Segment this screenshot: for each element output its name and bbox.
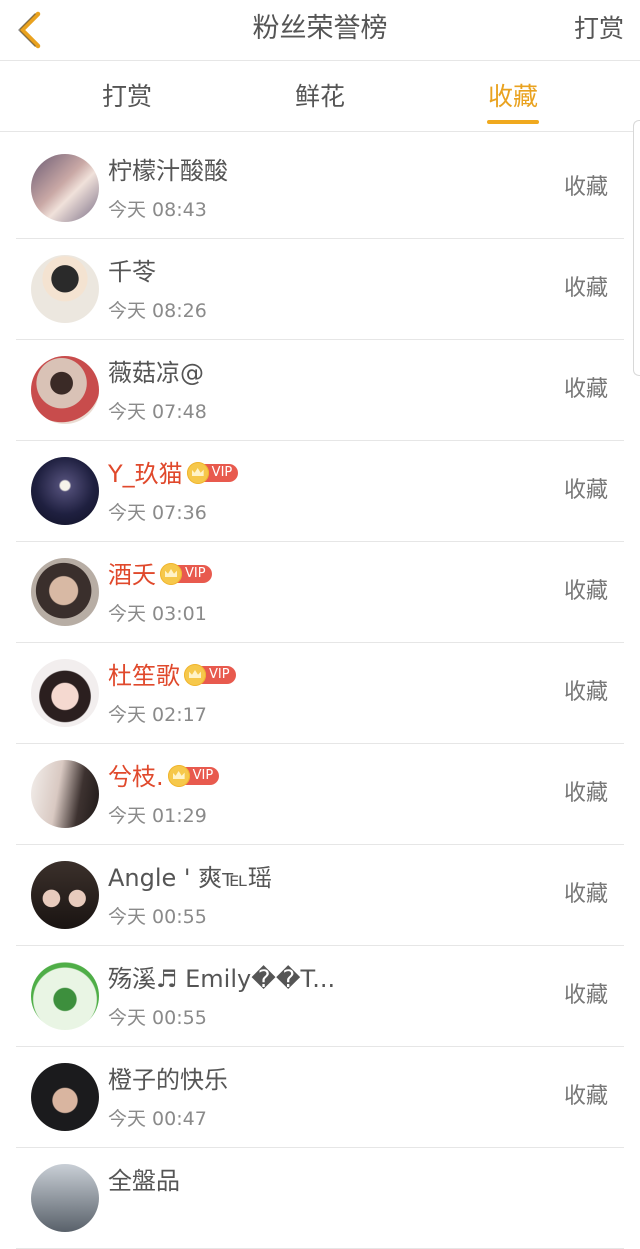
user-name: 千苓 bbox=[108, 258, 156, 286]
timestamp: 今天 07:36 bbox=[108, 502, 207, 524]
fan-list: 柠檬汁酸酸 今天 08:43 收藏 千苓 今天 08:26 收藏 薇菇凉@ 今天… bbox=[0, 138, 640, 1249]
action-label: 收藏 bbox=[563, 377, 608, 402]
crown-icon bbox=[184, 664, 206, 686]
avatar bbox=[31, 659, 99, 727]
tab-flowers[interactable]: 鲜花 bbox=[213, 61, 427, 131]
timestamp: 今天 08:26 bbox=[108, 300, 207, 322]
timestamp: 今天 01:29 bbox=[108, 805, 207, 827]
vip-badge: VIP bbox=[167, 765, 220, 787]
timestamp: 今天 08:43 bbox=[108, 199, 207, 221]
avatar bbox=[31, 1164, 99, 1232]
user-name: Y_玖猫 VIP bbox=[108, 459, 239, 489]
user-name-text: 酒夭 bbox=[108, 561, 156, 589]
avatar bbox=[31, 457, 99, 525]
action-label: 收藏 bbox=[563, 680, 608, 705]
action-label: 收藏 bbox=[563, 1084, 608, 1109]
user-name-text: Y_玖猫 bbox=[108, 460, 183, 488]
timestamp: 今天 02:17 bbox=[108, 704, 207, 726]
list-item[interactable]: Y_玖猫 VIP 今天 07:36 收藏 bbox=[0, 441, 640, 542]
list-item[interactable]: 薇菇凉@ 今天 07:48 收藏 bbox=[0, 340, 640, 441]
list-item[interactable]: 杜笙歌 VIP 今天 02:17 收藏 bbox=[0, 643, 640, 744]
timestamp: 今天 07:48 bbox=[108, 401, 207, 423]
user-name: 薇菇凉@ bbox=[108, 359, 204, 387]
crown-icon bbox=[186, 462, 209, 484]
action-label: 收藏 bbox=[563, 175, 608, 200]
timestamp: 今天 00:55 bbox=[108, 906, 207, 928]
user-name: Angle ' 爽℡瑶 bbox=[108, 864, 272, 892]
timestamp: 今天 03:01 bbox=[108, 603, 207, 625]
avatar bbox=[31, 962, 99, 1030]
top-bar: 粉丝荣誉榜 打赏 bbox=[0, 0, 640, 61]
user-name: 橙子的快乐 bbox=[108, 1066, 228, 1094]
list-item[interactable]: 殇溪♬ Emily��T... 今天 00:55 收藏 bbox=[0, 946, 640, 1047]
avatar bbox=[31, 558, 99, 626]
list-item[interactable]: 兮枝. VIP 今天 01:29 收藏 bbox=[0, 744, 640, 845]
action-label: 收藏 bbox=[563, 983, 608, 1008]
active-tab-indicator bbox=[487, 120, 539, 124]
list-item[interactable]: Angle ' 爽℡瑶 今天 00:55 收藏 bbox=[0, 845, 640, 946]
user-name: 殇溪♬ Emily��T... bbox=[108, 965, 336, 993]
tab-bar: 打赏 鲜花 收藏 bbox=[0, 61, 640, 132]
list-item[interactable]: 柠檬汁酸酸 今天 08:43 收藏 bbox=[0, 138, 640, 239]
timestamp: 今天 00:55 bbox=[108, 1007, 207, 1029]
avatar bbox=[31, 356, 99, 424]
page-title: 粉丝荣誉榜 bbox=[252, 13, 388, 44]
avatar bbox=[31, 1063, 99, 1131]
user-name-text: 兮枝. bbox=[108, 763, 164, 791]
user-name-text: 杜笙歌 bbox=[108, 662, 180, 690]
user-name: 酒夭 VIP bbox=[108, 560, 212, 590]
list-item[interactable]: 酒夭 VIP 今天 03:01 收藏 bbox=[0, 542, 640, 643]
crown-icon bbox=[160, 563, 182, 585]
avatar bbox=[31, 154, 99, 222]
tab-reward[interactable]: 打赏 bbox=[20, 61, 234, 131]
user-name: 杜笙歌 VIP bbox=[108, 661, 236, 691]
action-label: 收藏 bbox=[563, 478, 608, 503]
avatar bbox=[31, 760, 99, 828]
list-item[interactable]: 千苓 今天 08:26 收藏 bbox=[0, 239, 640, 340]
user-name: 兮枝. VIP bbox=[108, 762, 220, 792]
action-label: 收藏 bbox=[563, 276, 608, 301]
reward-button[interactable]: 打赏 bbox=[574, 12, 624, 46]
vip-badge: VIP bbox=[184, 664, 236, 686]
vip-badge: VIP bbox=[186, 462, 239, 484]
action-label: 收藏 bbox=[563, 882, 608, 907]
list-item[interactable]: 橙子的快乐 今天 00:47 收藏 bbox=[0, 1047, 640, 1148]
action-label: 收藏 bbox=[563, 781, 608, 806]
action-label: 收藏 bbox=[563, 579, 608, 604]
list-item[interactable]: 全盤品 bbox=[0, 1148, 640, 1249]
vip-badge: VIP bbox=[160, 563, 212, 585]
crown-icon bbox=[167, 765, 190, 787]
avatar bbox=[31, 861, 99, 929]
user-name: 柠檬汁酸酸 bbox=[108, 157, 228, 185]
avatar bbox=[31, 255, 99, 323]
timestamp: 今天 00:47 bbox=[108, 1108, 207, 1130]
user-name: 全盤品 bbox=[108, 1167, 180, 1195]
